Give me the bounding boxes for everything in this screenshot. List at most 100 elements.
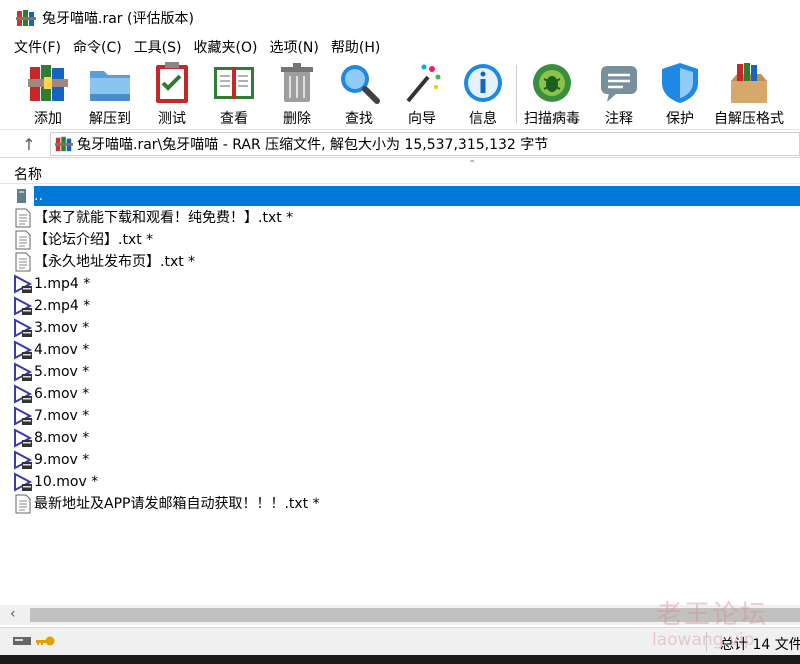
file-name: 6.mov *	[34, 386, 90, 402]
arrow-up-icon: ↑	[22, 134, 36, 154]
video-file-icon	[13, 296, 33, 316]
file-name: 2.mp4 *	[34, 298, 91, 314]
view-book-icon	[214, 67, 254, 99]
wizard-wand-icon	[406, 64, 441, 103]
status-divider	[706, 632, 707, 652]
file-name: 3.mov *	[34, 320, 90, 336]
file-row[interactable]: 3.mov *	[0, 317, 800, 339]
file-row[interactable]: 9.mov *	[0, 449, 800, 471]
file-row[interactable]: 8.mov *	[0, 427, 800, 449]
extract-to-button[interactable]: 解压到	[88, 61, 132, 129]
video-file-icon	[13, 428, 33, 448]
horizontal-scrollbar[interactable]: ‹	[0, 605, 800, 625]
menu-favorites[interactable]: 收藏夹(O)	[194, 37, 258, 57]
parent-folder-row[interactable]: ..	[0, 185, 800, 207]
status-bar: 总计 14 文件	[0, 627, 800, 655]
file-row[interactable]: 2.mp4 *	[0, 295, 800, 317]
text-file-icon	[13, 252, 33, 272]
shield-icon	[662, 63, 698, 103]
winrar-books-icon	[16, 8, 36, 28]
menu-help[interactable]: 帮助(H)	[331, 37, 380, 57]
file-row[interactable]: 【来了就能下载和观看！纯免费！】.txt *	[0, 207, 800, 229]
address-path: 兔牙喵喵.rar\兔牙喵喵 - RAR 压缩文件, 解包大小为 15,537,3…	[77, 137, 549, 153]
address-field[interactable]: 兔牙喵喵.rar\兔牙喵喵 - RAR 压缩文件, 解包大小为 15,537,3…	[50, 132, 800, 156]
menu-options[interactable]: 选项(N)	[269, 37, 318, 57]
file-name: 8.mov *	[34, 430, 90, 446]
info-icon	[464, 64, 502, 102]
video-file-icon	[13, 362, 33, 382]
file-name: 【永久地址发布页】.txt *	[34, 254, 196, 270]
file-name: 最新地址及APP请发邮箱自动获取！！！.txt *	[34, 496, 320, 512]
file-row[interactable]: 6.mov *	[0, 383, 800, 405]
wizard-button[interactable]: 向导	[400, 61, 444, 129]
status-file-count: 总计 14 文件	[720, 637, 800, 653]
file-name: 10.mov *	[34, 474, 99, 490]
menu-bar: 文件(F) 命令(C) 工具(S) 收藏夹(O) 选项(N) 帮助(H)	[0, 35, 800, 59]
file-name: 【论坛介绍】.txt *	[34, 232, 154, 248]
scan-virus-button[interactable]: 扫描病毒	[524, 61, 580, 129]
video-file-icon	[13, 406, 33, 426]
add-archive-icon	[28, 65, 68, 101]
comment-icon	[601, 66, 637, 102]
video-file-icon	[13, 472, 33, 492]
menu-tools[interactable]: 工具(S)	[134, 37, 182, 57]
delete-button[interactable]: 删除	[275, 61, 319, 129]
scroll-left-icon[interactable]: ‹	[10, 606, 16, 622]
list-header: ⌃ 名称	[0, 159, 800, 184]
up-folder-button[interactable]: ↑	[18, 133, 40, 155]
file-row[interactable]: 5.mov *	[0, 361, 800, 383]
magnifier-icon	[341, 65, 380, 104]
view-button[interactable]: 查看	[212, 61, 256, 129]
sfx-box-icon	[731, 63, 767, 103]
test-button[interactable]: 测试	[150, 61, 194, 129]
virus-scan-icon	[533, 64, 571, 102]
text-file-icon	[13, 494, 33, 514]
file-list: .. 【来了就能下载和观看！纯免费！】.txt * 【论坛介绍】.txt * 【永久地…	[0, 184, 800, 604]
key-icon[interactable]	[34, 634, 56, 648]
file-row[interactable]: 7.mov *	[0, 405, 800, 427]
toolbar-separator	[516, 65, 517, 123]
drive-icon[interactable]	[12, 634, 32, 648]
video-file-icon	[13, 274, 33, 294]
info-button[interactable]: 信息	[461, 61, 505, 129]
text-file-icon	[13, 208, 33, 228]
text-file-icon	[13, 230, 33, 250]
toolbar: 添加 解压到 测试 查看 删除 查找 向导 信息 扫描病毒 注释 保护 自解压格…	[0, 59, 800, 130]
file-row[interactable]: 【永久地址发布页】.txt *	[0, 251, 800, 273]
file-row[interactable]: 10.mov *	[0, 471, 800, 493]
trash-icon	[281, 63, 313, 102]
winrar-books-icon	[55, 136, 73, 152]
add-button[interactable]: 添加	[26, 61, 70, 129]
comment-button[interactable]: 注释	[597, 61, 641, 129]
find-button[interactable]: 查找	[337, 61, 381, 129]
video-file-icon	[13, 384, 33, 404]
column-name-header[interactable]: 名称	[14, 164, 42, 184]
sort-caret-icon: ⌃	[468, 159, 477, 170]
file-name: 5.mov *	[34, 364, 90, 380]
parent-folder-icon	[13, 186, 33, 206]
address-bar: ↑ 兔牙喵喵.rar\兔牙喵喵 - RAR 压缩文件, 解包大小为 15,537…	[0, 130, 800, 158]
file-row[interactable]: 【论坛介绍】.txt *	[0, 229, 800, 251]
test-clipboard-icon	[156, 62, 188, 103]
video-file-icon	[13, 318, 33, 338]
file-name: ..	[34, 186, 800, 206]
file-name: 【来了就能下载和观看！纯免费！】.txt *	[34, 210, 294, 226]
menu-commands[interactable]: 命令(C)	[73, 37, 122, 57]
video-file-icon	[13, 450, 33, 470]
menu-file[interactable]: 文件(F)	[14, 37, 61, 57]
file-name: 1.mp4 *	[34, 276, 91, 292]
file-name: 4.mov *	[34, 342, 90, 358]
scrollbar-thumb[interactable]	[30, 608, 800, 622]
file-row[interactable]: 1.mp4 *	[0, 273, 800, 295]
file-name: 7.mov *	[34, 408, 90, 424]
file-row[interactable]: 最新地址及APP请发邮箱自动获取！！！.txt *	[0, 493, 800, 515]
video-file-icon	[13, 340, 33, 360]
title-bar: 兔牙喵喵.rar (评估版本)	[0, 0, 800, 35]
file-row[interactable]: 4.mov *	[0, 339, 800, 361]
protect-button[interactable]: 保护	[658, 61, 702, 129]
file-name: 9.mov *	[34, 452, 90, 468]
window-title: 兔牙喵喵.rar (评估版本)	[42, 10, 194, 27]
window-bottom-edge	[0, 655, 800, 664]
extract-folder-icon	[90, 71, 130, 101]
sfx-button[interactable]: 自解压格式	[714, 61, 784, 129]
